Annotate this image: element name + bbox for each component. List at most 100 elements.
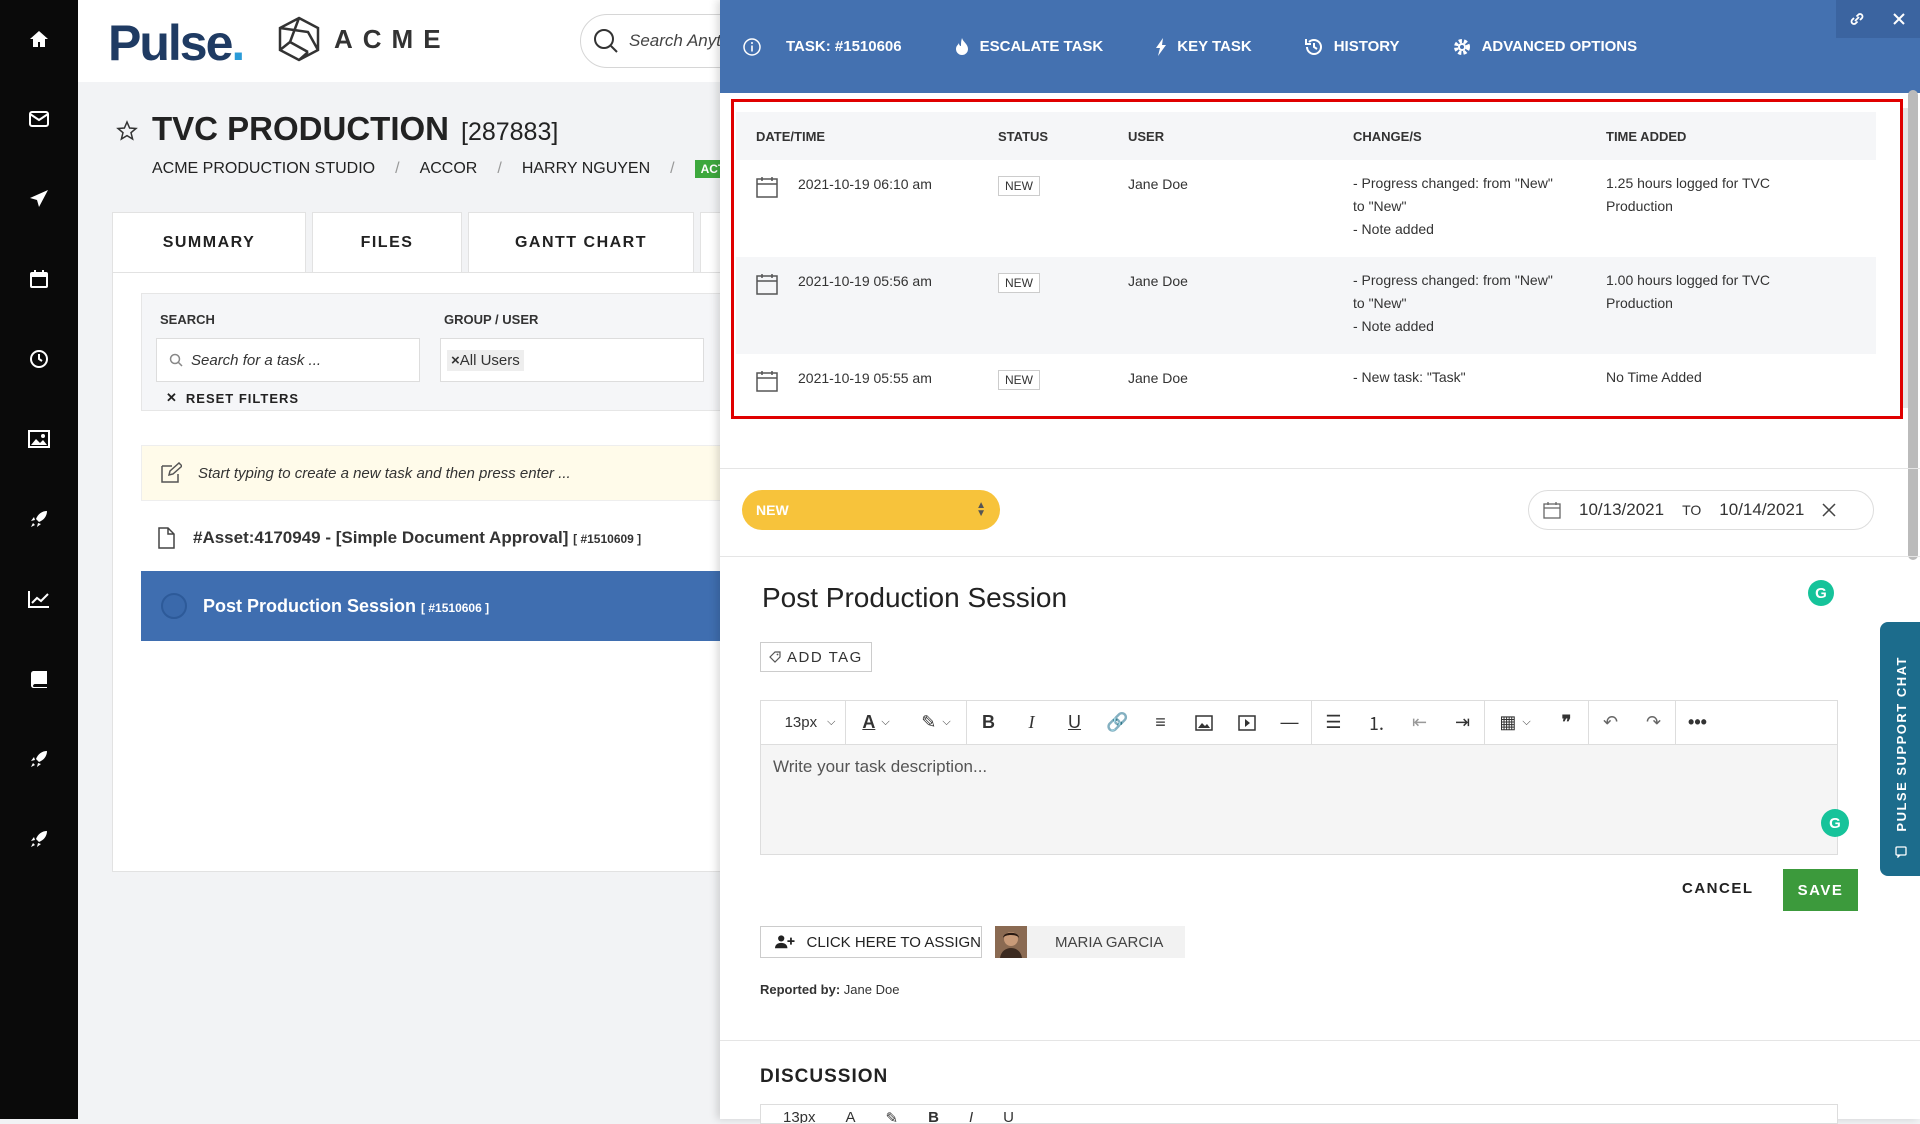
assignee-name: MARIA GARCIA: [1055, 933, 1164, 951]
reset-filters-button[interactable]: ✕ RESET FILTERS: [166, 390, 299, 406]
redo-icon[interactable]: ↷: [1632, 701, 1675, 745]
acme-logo-icon: [278, 16, 320, 62]
calendar-icon[interactable]: [24, 264, 54, 294]
project-name: TVC PRODUCTION: [152, 110, 449, 147]
underline-icon[interactable]: U: [1053, 701, 1096, 745]
italic-icon[interactable]: I: [969, 1109, 973, 1123]
home-icon[interactable]: [24, 24, 54, 54]
bolt-icon: [1156, 37, 1167, 56]
project-id: [287883]: [461, 118, 559, 146]
cancel-button[interactable]: CANCEL: [1682, 880, 1754, 897]
status-select[interactable]: NEW ▲ ▼: [742, 490, 1000, 530]
table-button[interactable]: ▦ ⌵: [1485, 701, 1545, 745]
group-user-select[interactable]: ×All Users: [440, 338, 704, 382]
breadcrumb-studio[interactable]: ACME PRODUCTION STUDIO: [152, 160, 375, 178]
underline-icon[interactable]: U: [1003, 1109, 1014, 1123]
tab-files[interactable]: FILES: [312, 212, 462, 272]
panel-scrollbar[interactable]: [1908, 90, 1918, 560]
bullet-list-icon[interactable]: ☰: [1312, 701, 1355, 745]
discussion-font-size-select[interactable]: 13px: [783, 1109, 816, 1123]
assign-button[interactable]: CLICK HERE TO ASSIGN: [760, 926, 982, 958]
task-complete-toggle[interactable]: [161, 593, 187, 619]
task-search-input[interactable]: Search for a task ...: [156, 338, 420, 382]
bold-icon[interactable]: B: [928, 1109, 939, 1123]
discussion-editor[interactable]: 13px A ✎ B I U: [760, 1104, 1838, 1124]
calendar-icon: [756, 177, 778, 198]
escalate-task-button[interactable]: ESCALATE TASK: [954, 37, 1103, 57]
col-user: USER: [1128, 128, 1165, 144]
key-task-button[interactable]: KEY TASK: [1155, 37, 1252, 57]
tab-summary[interactable]: SUMMARY: [112, 212, 306, 272]
new-task-input[interactable]: Start typing to create a new task and th…: [141, 445, 728, 501]
favorite-star-icon[interactable]: [116, 120, 138, 142]
mail-icon[interactable]: [24, 104, 54, 134]
bold-icon[interactable]: B: [967, 701, 1010, 745]
reported-by-label: Reported by:: [760, 982, 841, 997]
date-range-picker[interactable]: 10/13/2021 TO 10/14/2021: [1528, 490, 1874, 530]
rocket-icon[interactable]: [24, 824, 54, 854]
horizontal-rule-icon[interactable]: —: [1268, 701, 1311, 745]
rocket-icon[interactable]: [24, 504, 54, 534]
font-size-select[interactable]: 13px ⌵: [775, 701, 845, 745]
highlighter-icon[interactable]: ✎: [886, 1109, 899, 1123]
history-time: Production: [1606, 198, 1673, 214]
col-time-added: TIME ADDED: [1606, 128, 1687, 144]
col-changes: CHANGE/S: [1353, 128, 1422, 144]
advanced-options-button[interactable]: ADVANCED OPTIONS: [1452, 37, 1637, 57]
task-title-heading[interactable]: Post Production Session: [762, 582, 1067, 614]
close-panel-icon[interactable]: [1878, 0, 1920, 38]
breadcrumb-client[interactable]: ACCOR: [420, 160, 478, 178]
grammarly-icon[interactable]: G: [1821, 809, 1849, 837]
pulse-logo[interactable]: Pulse.: [108, 14, 245, 72]
history-time: 1.00 hours logged for TVC: [1606, 272, 1770, 288]
italic-icon[interactable]: I: [1010, 701, 1053, 745]
text-color-button[interactable]: A ⌵: [846, 701, 906, 745]
history-button[interactable]: HISTORY: [1304, 37, 1400, 57]
date-to[interactable]: 10/14/2021: [1719, 500, 1804, 520]
video-icon[interactable]: [1225, 701, 1268, 745]
tab-gantt-chart[interactable]: GANTT CHART: [468, 212, 694, 272]
task-title: #Asset:4170949 - [Simple Document Approv…: [193, 528, 569, 547]
history-row: 2021-10-19 05:56 am NEW Jane Doe - Progr…: [736, 257, 1876, 354]
assignee-chip[interactable]: MARIA GARCIA: [995, 926, 1185, 958]
calendar-icon: [756, 371, 778, 392]
image-icon[interactable]: [24, 424, 54, 454]
indent-icon[interactable]: ⇥: [1441, 701, 1484, 745]
text-color-icon[interactable]: A: [846, 1109, 856, 1123]
task-row[interactable]: #Asset:4170949 - [Simple Document Approv…: [141, 513, 728, 563]
highlight-button[interactable]: ✎ ⌵: [906, 701, 966, 745]
rocket-icon[interactable]: [24, 744, 54, 774]
remove-chip-icon[interactable]: ×: [451, 352, 460, 369]
history-change: - Note added: [1353, 318, 1434, 334]
book-icon[interactable]: [24, 664, 54, 694]
send-icon[interactable]: [24, 184, 54, 214]
chat-icon: [1895, 846, 1907, 858]
clear-date-icon[interactable]: [1822, 503, 1836, 517]
chart-icon[interactable]: [24, 584, 54, 614]
undo-icon[interactable]: ↶: [1589, 701, 1632, 745]
image-icon[interactable]: [1182, 701, 1225, 745]
task-row-selected[interactable]: Post Production Session [ #1510606 ]: [141, 571, 728, 641]
tag-icon: [769, 651, 781, 663]
grammarly-icon[interactable]: G: [1808, 580, 1834, 606]
group-user-chip[interactable]: ×All Users: [447, 349, 524, 371]
save-button[interactable]: SAVE: [1783, 869, 1858, 911]
search-label: SEARCH: [160, 312, 215, 327]
support-chat-tab[interactable]: PULSE SUPPORT CHAT: [1880, 622, 1920, 876]
more-icon[interactable]: •••: [1676, 701, 1719, 745]
search-icon: [594, 29, 618, 53]
link-icon[interactable]: [1836, 0, 1878, 38]
link-icon[interactable]: 🔗: [1096, 701, 1139, 745]
align-icon[interactable]: ≡: [1139, 701, 1182, 745]
numbered-list-icon[interactable]: ⒈: [1355, 701, 1398, 745]
breadcrumb-user[interactable]: HARRY NGUYEN: [522, 160, 650, 178]
task-info[interactable]: TASK: #1510606: [742, 37, 902, 57]
description-placeholder[interactable]: Write your task description...: [773, 757, 987, 777]
description-editor: 13px ⌵ A ⌵ ✎ ⌵ B I U 🔗 ≡ — ☰ ⒈ ⇤ ⇥ ▦ ⌵ ❞ ↶ ↷: [760, 700, 1849, 855]
add-tag-button[interactable]: ADD TAG: [760, 642, 872, 672]
clock-icon[interactable]: [24, 344, 54, 374]
outdent-icon[interactable]: ⇤: [1398, 701, 1441, 745]
col-datetime: DATE/TIME: [756, 128, 826, 144]
quote-icon[interactable]: ❞: [1545, 701, 1588, 745]
date-from[interactable]: 10/13/2021: [1579, 500, 1664, 520]
